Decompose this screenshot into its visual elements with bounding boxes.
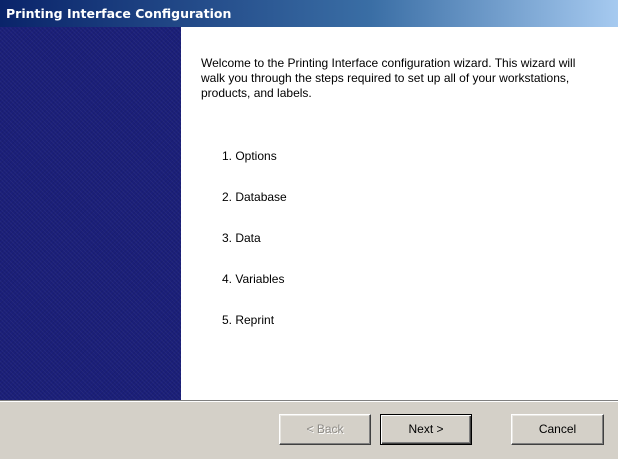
step-item-data: 3. Data [222,231,261,245]
next-button[interactable]: Next > [380,414,472,445]
step-item-variables: 4. Variables [222,272,285,286]
cancel-button[interactable]: Cancel [511,414,604,445]
step-item-options: 1. Options [222,149,277,163]
step-item-database: 2. Database [222,190,287,204]
step-item-reprint: 5. Reprint [222,313,275,327]
wizard-side-banner [0,27,181,400]
step-list: 1. Options 2. Database 3. Data 4. Variab… [222,149,287,354]
wizard-body: Welcome to the Printing Interface config… [0,27,618,400]
window-title: Printing Interface Configuration [0,0,618,27]
footer-divider [0,400,618,402]
wizard-content: Welcome to the Printing Interface config… [201,27,601,400]
wizard-window: Printing Interface Configuration Welcome… [0,0,618,459]
welcome-text: Welcome to the Printing Interface config… [201,56,576,100]
back-button[interactable]: < Back [279,414,371,445]
